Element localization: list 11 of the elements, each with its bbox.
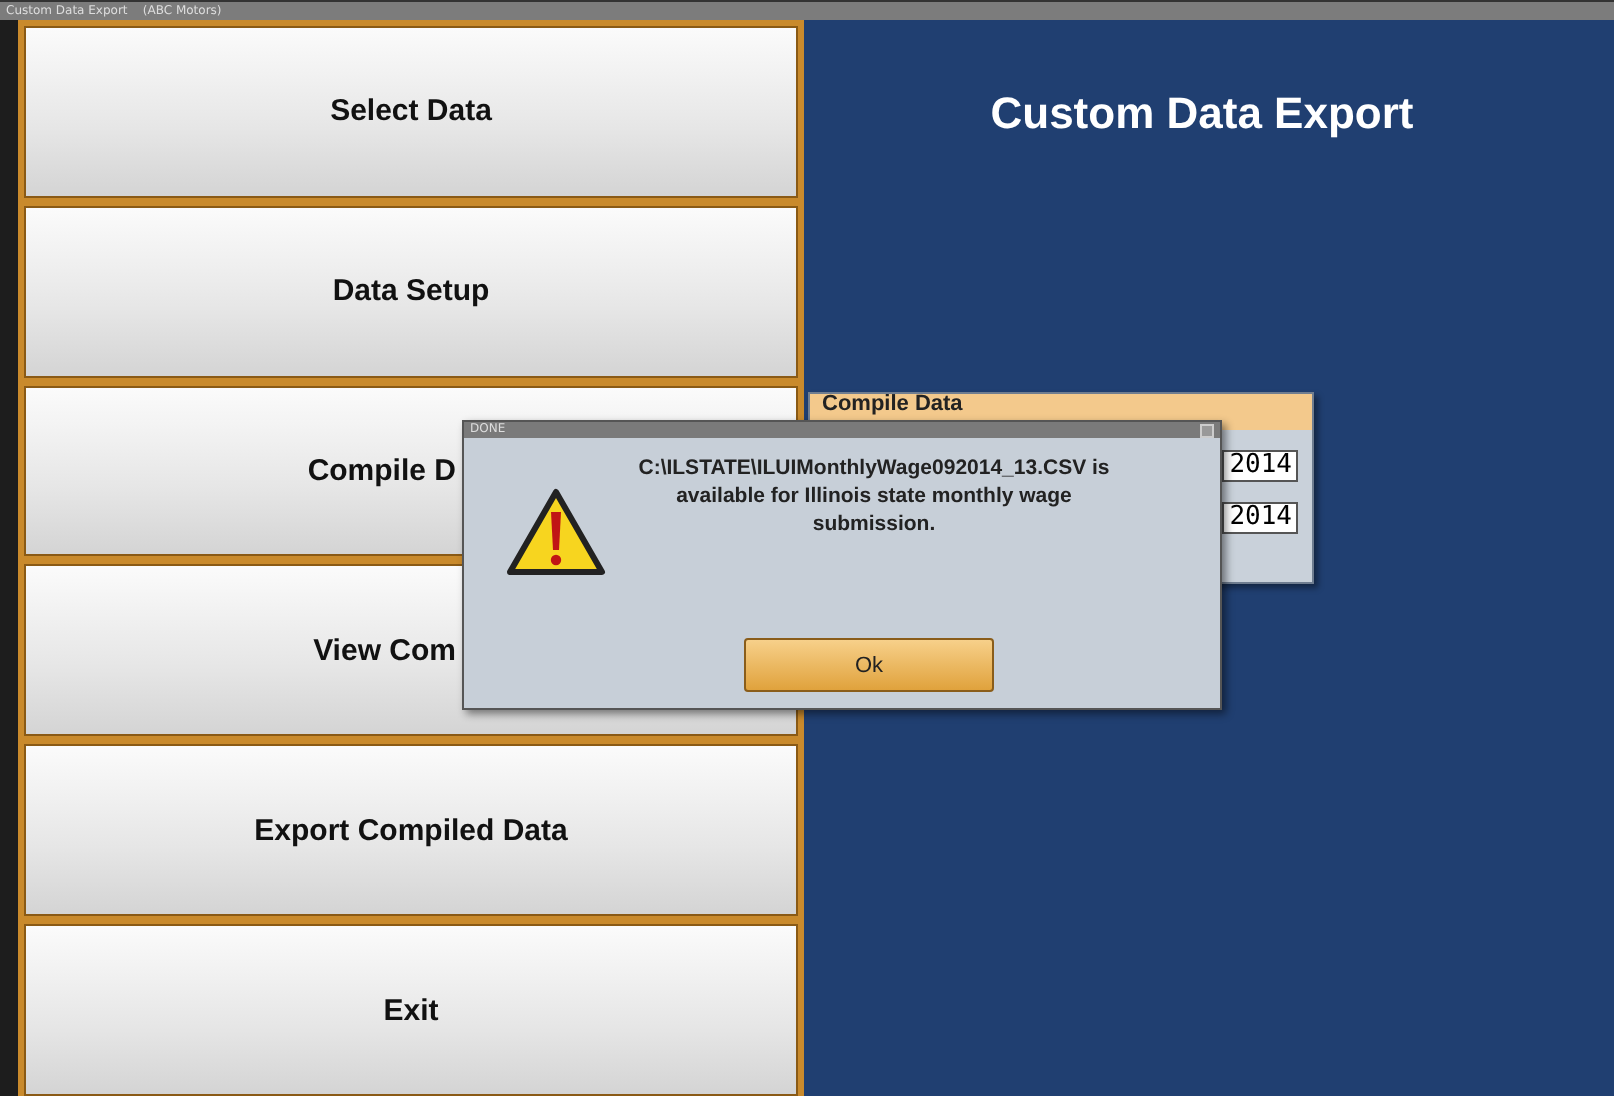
- menu-button[interactable]: Export Compiled Data: [24, 744, 798, 917]
- menu-button[interactable]: Data Setup: [24, 205, 798, 378]
- warning-icon: [504, 486, 608, 578]
- menu-button[interactable]: Select Data: [24, 26, 798, 198]
- ok-button[interactable]: Ok: [744, 638, 994, 692]
- date-field[interactable]: 2014: [1222, 502, 1298, 534]
- menu-button[interactable]: Exit: [24, 924, 798, 1096]
- panel-title: Compile Data: [822, 394, 963, 416]
- page-heading: Custom Data Export: [988, 88, 1416, 140]
- close-icon[interactable]: [1200, 424, 1214, 438]
- date-field[interactable]: 2014: [1222, 450, 1298, 482]
